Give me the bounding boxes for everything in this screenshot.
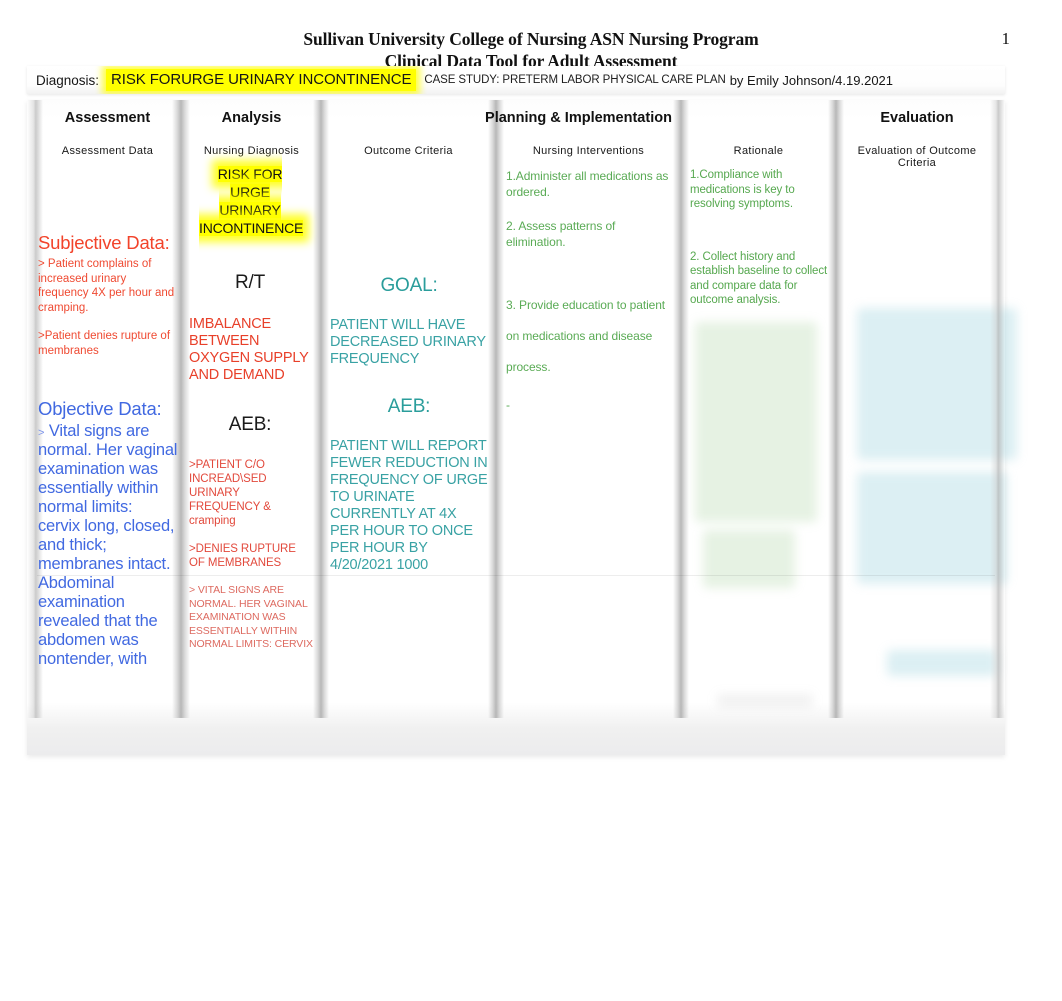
nursing-diagnosis-highlighted: RISK FOR URGE URINARY INCONTINENCE: [199, 166, 304, 236]
watermark-artifact-blue-2: [857, 472, 1007, 584]
document-title-line-1: Sullivan University College of Nursing A…: [303, 29, 759, 49]
nursing-diagnosis-rt-text: IMBALANCE BETWEEN OXYGEN SUPPLY AND DEMA…: [189, 316, 309, 383]
watermark-artifact-green-2: [703, 530, 795, 588]
objective-data-heading: Objective Data:: [38, 398, 162, 419]
group-header-assessment: Assessment: [64, 110, 151, 126]
group-header-analysis: Analysis: [221, 110, 282, 126]
table-gutter-2: [313, 100, 329, 718]
objective-data-text: Vital signs are normal. Her vaginal exam…: [38, 422, 178, 668]
nursing-diagnosis-aeb-item-1: >PATIENT C/O INCREAD\SED URINARY FREQUEN…: [189, 459, 271, 527]
column-header-outcome-criteria: Outcome Criteria: [364, 145, 453, 157]
rationale-item-1: 1.Compliance with medications is key to …: [690, 169, 795, 210]
table-gutter-right: [990, 100, 1005, 718]
nursing-diagnosis-aeb-label: AEB:: [228, 414, 272, 435]
watermark-artifact-blue-3: [887, 650, 997, 676]
nursing-diagnosis-rt-label: R/T: [234, 272, 265, 293]
diagnosis-highlighted-text: RISK FORURGE URINARY INCONTINENCE: [106, 69, 417, 91]
column-header-nursing-diagnosis: Nursing Diagnosis: [203, 145, 300, 157]
column-header-nursing-interventions: Nursing Interventions: [532, 145, 645, 157]
cell-nursing-diagnosis: RISK FOR URGE URINARY INCONTINENCE R/T I…: [187, 166, 313, 652]
nursing-intervention-item-4: -: [506, 398, 510, 412]
table-gutter-3: [488, 100, 504, 718]
subjective-data-item-1: > Patient complains of increased urinary…: [38, 258, 175, 314]
document-page: Sullivan University College of Nursing A…: [0, 0, 1062, 1001]
cell-rationale: 1.Compliance with medications is key to …: [690, 168, 830, 308]
outcome-goal-label: GOAL:: [380, 275, 438, 296]
cell-nursing-interventions: 1.Administer all medications as ordered.…: [506, 168, 674, 413]
objective-data-caret: >: [38, 427, 45, 439]
outcome-aeb-text: PATIENT WILL REPORT FEWER REDUCTION IN F…: [330, 438, 488, 573]
watermark-artifact-green: [695, 322, 817, 522]
case-study-text: CASE STUDY: PRETERM LABOR PHYSICAL CARE …: [424, 74, 726, 86]
outcome-aeb-label: AEB:: [387, 396, 431, 417]
cell-assessment-data: Subjective Data: > Patient complains of …: [38, 232, 178, 669]
nursing-intervention-item-1: 1.Administer all medications as ordered.: [506, 169, 669, 199]
group-header-evaluation: Evaluation: [880, 110, 954, 126]
subjective-data-heading: Subjective Data:: [38, 232, 170, 253]
page-number: 1: [1001, 29, 1011, 48]
column-header-rationale: Rationale: [733, 145, 784, 157]
author-text: by Emily Johnson/4.19.2021: [729, 72, 894, 88]
subjective-data-item-2: >Patient denies rupture of membranes: [38, 330, 171, 357]
nursing-diagnosis-aeb-item-2: >DENIES RUPTURE OF MEMBRANES: [189, 543, 296, 569]
table-rule-bottom: [37, 575, 995, 576]
cell-outcome-criteria: GOAL: PATIENT WILL HAVE DECREASED URINAR…: [330, 275, 488, 574]
table-gutter-4: [673, 100, 689, 718]
rationale-item-2: 2. Collect history and establish baselin…: [690, 250, 828, 307]
outcome-goal-text: PATIENT WILL HAVE DECREASED URINARY FREQ…: [330, 317, 486, 367]
table-gutter-5: [828, 100, 844, 718]
watermark-artifact-gray: [717, 694, 813, 707]
nursing-diagnosis-aeb-small: > VITAL SIGNS ARE NORMAL. HER VAGINAL EX…: [189, 584, 313, 650]
column-header-assessment-data: Assessment Data: [61, 145, 154, 157]
diagnosis-label: Diagnosis:: [36, 72, 100, 88]
group-header-planning-implementation: Planning & Implementation: [485, 110, 672, 126]
care-plan-table: Assessment Analysis Planning & Implement…: [27, 100, 1017, 755]
nursing-intervention-item-2: 2. Assess patterns of elimination.: [506, 219, 616, 249]
nursing-intervention-item-3: 3. Provide education to patient on medic…: [506, 298, 666, 374]
column-header-evaluation-of-outcome-criteria: Evaluation of Outcome Criteria: [857, 145, 977, 169]
diagnosis-bar: Diagnosis: RISK FORURGE URINARY INCONTIN…: [27, 66, 1005, 94]
